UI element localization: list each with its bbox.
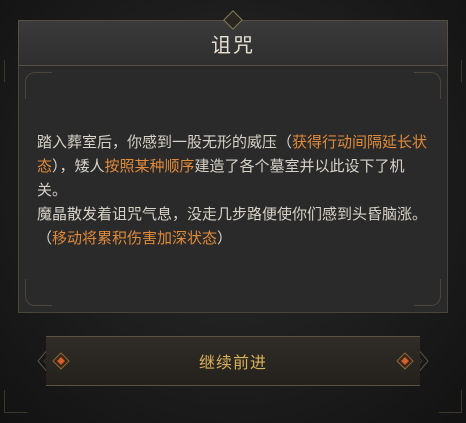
effect-highlight-damage-deepen: 移动将累积伤害加深状态	[52, 229, 218, 247]
frame-corner-bottom-left	[4, 390, 27, 413]
event-description: 踏入葬室后，你感到一股无形的威压（获得行动间隔延长状态），矮人按照某种顺序建造了…	[37, 130, 433, 250]
frame-corner-bottom-right	[439, 390, 462, 413]
curse-dialog: 诅咒 踏入葬室后，你感到一股无形的威压（获得行动间隔延长状态），矮人按照某种顺序…	[0, 0, 466, 423]
paragraph-1-text-a: 踏入葬室后，你感到一股无形的威压（	[37, 133, 293, 151]
hint-highlight-order: 按照某种顺序	[104, 157, 195, 175]
panel-corner-bottom-right	[414, 279, 441, 306]
panel-corner-top-left	[25, 72, 52, 99]
paragraph-2-text-b: ）	[217, 229, 233, 247]
continue-button-label: 继续前进	[198, 353, 267, 372]
paragraph-1-text-b: ），矮人	[52, 157, 105, 175]
continue-button[interactable]: 继续前进	[46, 336, 420, 386]
dialog-title: 诅咒	[211, 32, 255, 57]
gem-diamond-icon	[52, 352, 70, 370]
description-paragraph-1: 踏入葬室后，你感到一股无形的威压（获得行动间隔延长状态），矮人按照某种顺序建造了…	[37, 130, 433, 202]
event-description-panel: 踏入葬室后，你感到一股无形的威压（获得行动间隔延长状态），矮人按照某种顺序建造了…	[18, 66, 448, 313]
panel-corner-top-right	[414, 72, 441, 99]
panel-corner-bottom-left	[25, 279, 52, 306]
description-paragraph-2: 魔晶散发着诅咒气息，没走几步路便使你们感到头昏脑涨。（移动将累积伤害加深状态）	[37, 202, 433, 250]
gem-diamond-icon	[396, 352, 414, 370]
